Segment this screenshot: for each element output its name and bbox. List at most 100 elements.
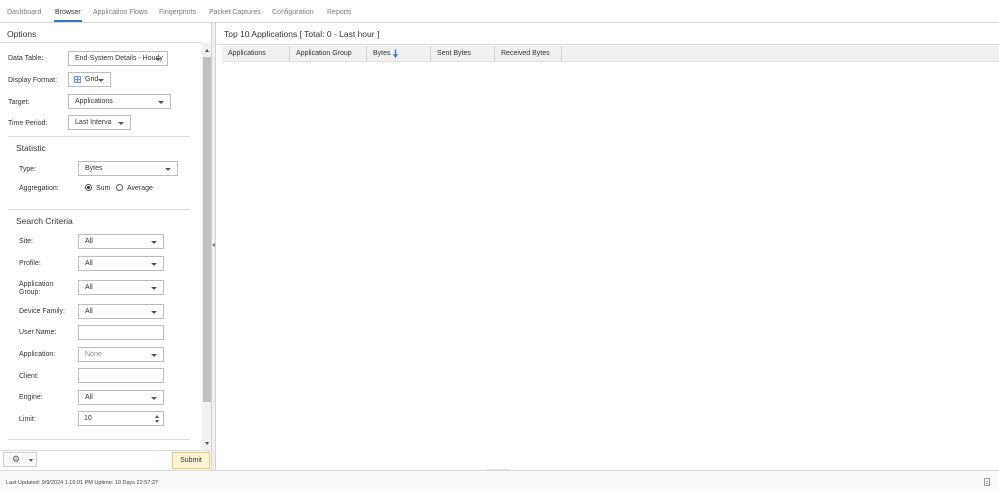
site-value: All <box>85 238 93 245</box>
site-select[interactable]: All <box>78 234 164 249</box>
device-family-select[interactable]: All <box>78 304 164 319</box>
results-panel: Top 10 Applications [ Total: 0 - Last ho… <box>217 23 999 470</box>
tab-dashboard[interactable]: Dashboard <box>7 9 41 16</box>
results-divider <box>217 44 999 45</box>
column-header-label: Bytes <box>373 50 391 57</box>
chevron-down-icon <box>98 79 104 82</box>
application-group-select[interactable]: All <box>78 280 164 295</box>
column-header-bytes[interactable]: Bytes <box>367 46 431 62</box>
options-scrollbar-thumb[interactable] <box>203 57 211 402</box>
type-value: Bytes <box>85 165 103 172</box>
column-header-application-group[interactable]: Application Group <box>290 46 367 62</box>
column-header-applications[interactable]: Applications <box>222 46 290 62</box>
grid-icon <box>74 76 81 83</box>
target-select[interactable]: Applications <box>68 94 171 109</box>
application-select[interactable]: None <box>78 347 164 362</box>
limit-stepper[interactable]: 10 <box>78 411 164 426</box>
time-period-label: Time Period: <box>8 120 48 127</box>
gear-icon: ⚙ <box>12 454 21 464</box>
tab-configuration[interactable]: Configuration <box>272 9 314 16</box>
client-label: Client: <box>19 373 39 380</box>
column-header-label: Application Group <box>296 50 352 57</box>
chevron-down-icon <box>151 397 157 400</box>
profile-value: All <box>85 260 93 267</box>
tab-application-flows[interactable]: Application Flows <box>93 9 147 16</box>
scroll-up-icon[interactable] <box>205 49 209 52</box>
application-value: None <box>85 351 102 358</box>
chevron-down-icon <box>151 311 157 314</box>
device-family-value: All <box>85 308 93 315</box>
results-table-header: Applications Application Group Bytes Sen… <box>222 46 999 62</box>
statistic-title: Statistic <box>16 143 46 153</box>
data-table-select[interactable]: End-System Details - Hourly <box>68 51 168 66</box>
collapse-left-icon <box>212 243 215 247</box>
results-title: Top 10 Applications [ Total: 0 - Last ho… <box>224 29 380 39</box>
aggregation-average-radio[interactable] <box>116 184 123 191</box>
tab-reports[interactable]: Reports <box>327 9 352 16</box>
limit-label: Limit: <box>19 416 36 423</box>
options-footer: ⚙ Submit <box>0 450 211 470</box>
aggregation-label: Aggregation: <box>19 185 59 192</box>
display-format-value: Grid <box>85 76 99 83</box>
engine-select[interactable]: All <box>78 390 164 405</box>
application-label: Application: <box>19 351 56 358</box>
display-format-select[interactable]: Grid <box>68 72 111 87</box>
target-value: Applications <box>75 98 113 105</box>
panel-collapse-handle[interactable] <box>212 23 216 470</box>
display-format-label: Display Format: <box>8 77 58 84</box>
settings-menu-button[interactable]: ⚙ <box>3 452 37 467</box>
section-divider <box>8 136 190 137</box>
spin-down-icon[interactable] <box>155 420 159 423</box>
chevron-down-icon <box>29 459 33 462</box>
type-select[interactable]: Bytes <box>78 161 178 176</box>
options-title: Options <box>7 29 37 39</box>
site-label: Site: <box>19 238 34 245</box>
spin-up-icon[interactable] <box>155 415 159 418</box>
user-name-label: User Name: <box>19 329 57 336</box>
chevron-down-icon <box>151 263 157 266</box>
chevron-down-icon <box>158 101 164 104</box>
chevron-down-icon <box>165 168 171 171</box>
status-text: Last Updated: 9/9/2024 1:16:01 PM Uptime… <box>6 480 158 486</box>
application-group-value: All <box>85 284 93 291</box>
chevron-down-icon <box>151 287 157 290</box>
document-icon[interactable] <box>984 478 990 486</box>
aggregation-sum-label: Sum <box>96 185 111 192</box>
time-period-value: Last Interva <box>75 119 112 126</box>
top-tab-bar: Dashboard Browser Application Flows Fing… <box>0 0 999 23</box>
column-header-received-bytes[interactable]: Received Bytes <box>495 46 562 62</box>
section-divider <box>8 209 190 210</box>
application-group-label: Application Group: <box>19 281 54 296</box>
data-table-label: Data Table: <box>8 55 44 62</box>
options-panel: Options Data Table: End-System Details -… <box>0 23 212 470</box>
profile-select[interactable]: All <box>78 256 164 271</box>
client-input[interactable] <box>78 368 164 383</box>
type-label: Type: <box>19 166 37 173</box>
column-header-label: Sent Bytes <box>437 50 471 57</box>
profile-label: Profile: <box>19 260 41 267</box>
user-name-input[interactable] <box>78 325 164 340</box>
submit-label: Submit <box>180 457 202 464</box>
status-bar: Last Updated: 9/9/2024 1:16:01 PM Uptime… <box>0 470 999 491</box>
time-period-select[interactable]: Last Interva <box>68 115 131 130</box>
device-family-label: Device Family: <box>19 308 65 315</box>
search-criteria-title: Search Criteria <box>16 216 73 226</box>
scroll-down-icon[interactable] <box>205 442 209 445</box>
aggregation-sum-radio[interactable] <box>85 184 92 191</box>
submit-button[interactable]: Submit <box>172 452 210 469</box>
column-header-label: Received Bytes <box>501 50 550 57</box>
chevron-down-icon <box>155 58 161 61</box>
section-divider <box>8 439 190 440</box>
tab-fingerprints[interactable]: Fingerprints <box>159 9 196 16</box>
chevron-down-icon <box>151 354 157 357</box>
chevron-down-icon <box>118 122 124 125</box>
column-header-label: Applications <box>228 50 266 57</box>
sort-descending-icon <box>393 49 398 58</box>
column-header-sent-bytes[interactable]: Sent Bytes <box>431 46 495 62</box>
options-header: Options <box>0 23 202 43</box>
limit-value: 10 <box>84 415 92 422</box>
tab-packet-captures[interactable]: Packet Captures <box>209 9 261 16</box>
chevron-down-icon <box>151 241 157 244</box>
tab-browser[interactable]: Browser <box>54 9 82 22</box>
aggregation-average-label: Average <box>127 185 153 192</box>
